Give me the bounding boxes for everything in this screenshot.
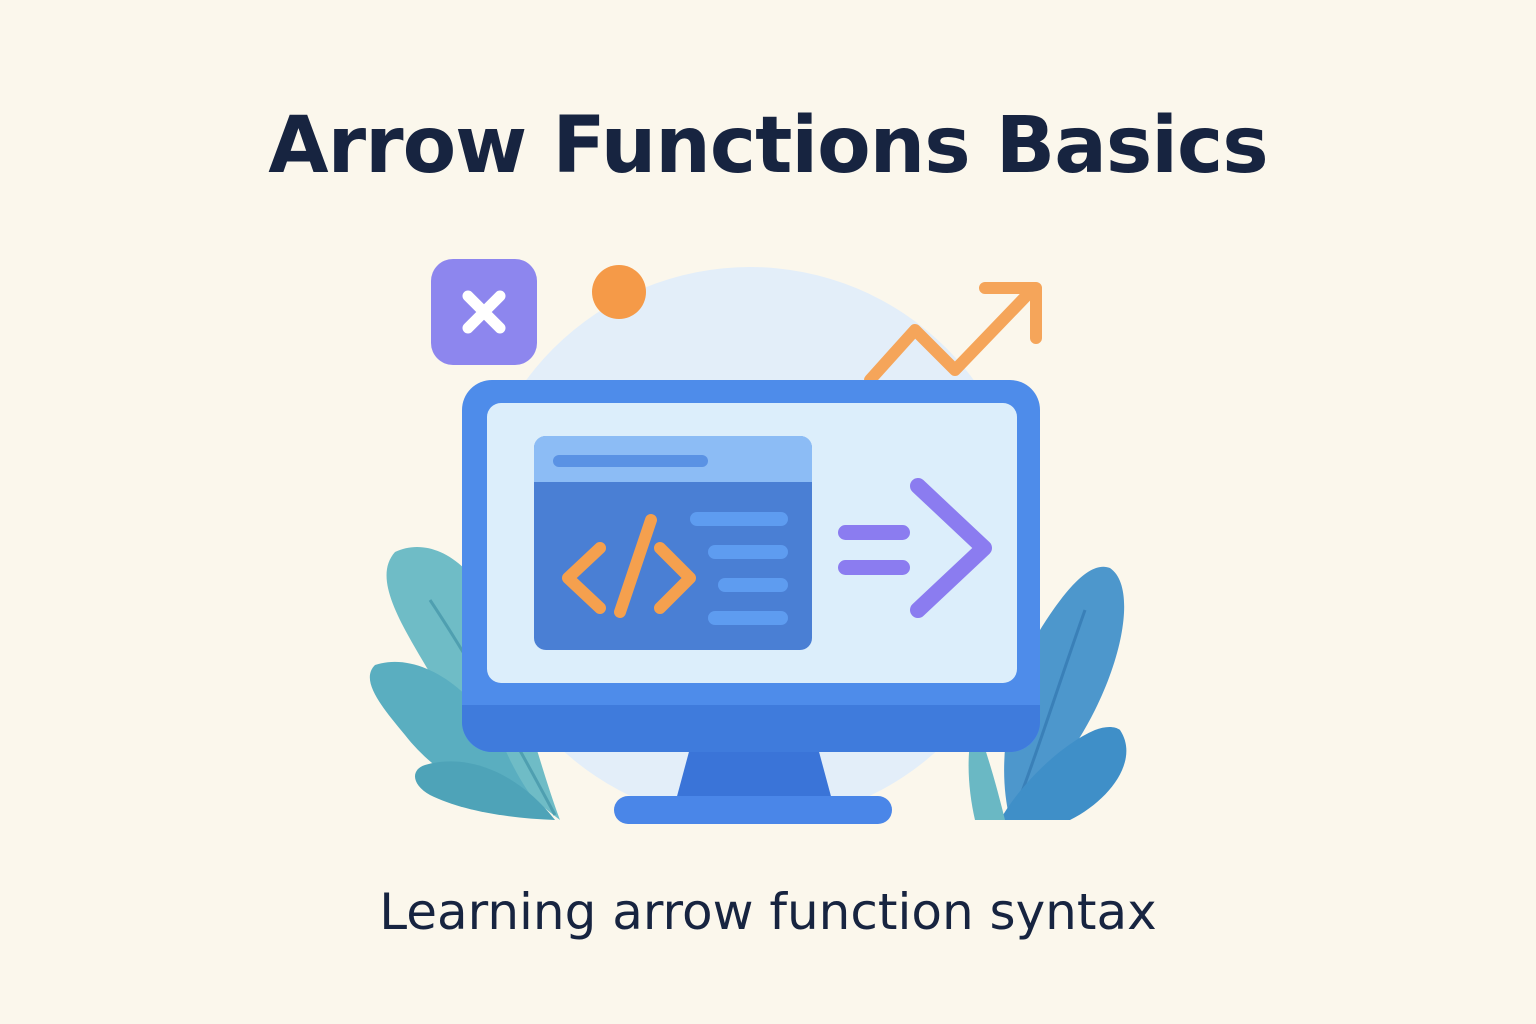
dot-icon <box>592 265 646 319</box>
code-window <box>534 436 812 650</box>
hero-illustration <box>369 259 1127 824</box>
computer-monitor <box>462 380 1040 752</box>
page-subtitle: Learning arrow function syntax <box>379 883 1157 941</box>
page: { "title": "Arrow Functions Basics", "su… <box>0 0 1536 1024</box>
close-icon <box>431 259 537 365</box>
